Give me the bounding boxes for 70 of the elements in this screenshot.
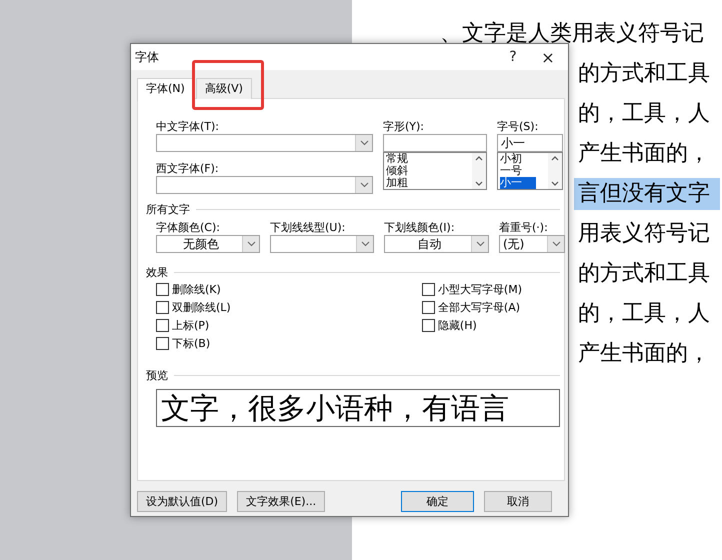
checkbox-label[interactable]: 小型大写字母(M) <box>438 282 522 297</box>
checkbox[interactable] <box>156 337 169 350</box>
size-list[interactable]: 小初 一号 小一 <box>497 152 563 190</box>
field-label: 字形(Y): <box>383 119 426 134</box>
close-button[interactable]: × <box>528 48 568 66</box>
checkbox-label[interactable]: 隐藏(H) <box>438 318 477 333</box>
dialog-button[interactable]: 取消 <box>484 491 552 512</box>
list-option[interactable]: 常规 <box>386 153 408 165</box>
dropdown[interactable]: (无) <box>499 235 565 253</box>
field-label: 西文字体(F): <box>156 161 220 176</box>
checkbox[interactable] <box>422 319 435 332</box>
list-option[interactable]: 倾斜 <box>386 165 408 177</box>
checkbox-label[interactable]: 全部大写字母(A) <box>438 300 520 315</box>
scroll-up-icon[interactable] <box>475 156 483 161</box>
field-label: 下划线线型(U): <box>270 220 346 235</box>
dialog-button[interactable]: 确定 <box>401 491 474 512</box>
font-combobox[interactable] <box>156 176 373 194</box>
list-option[interactable]: 小初 <box>500 153 522 165</box>
list-option[interactable]: 一号 <box>500 165 522 177</box>
document-text: 的方式和工具 <box>578 60 710 88</box>
field-label: 字体颜色(C): <box>156 220 221 235</box>
document-text: 产生书面的， <box>578 140 710 168</box>
chevron-down-icon <box>476 241 484 247</box>
dropdown[interactable] <box>270 235 374 253</box>
field-label: 字号(S): <box>497 119 540 134</box>
dropdown[interactable]: 自动 <box>384 235 489 253</box>
checkbox[interactable] <box>422 301 435 314</box>
checkbox-label[interactable]: 下标(B) <box>172 336 210 351</box>
document-text: 产生书面的， <box>578 340 710 368</box>
checkbox-label[interactable]: 删除线(K) <box>172 282 221 297</box>
chevron-down-icon <box>360 241 370 247</box>
checkbox[interactable] <box>156 301 169 314</box>
scroll-down-icon[interactable] <box>475 181 483 186</box>
chevron-down-icon <box>360 182 368 188</box>
font-combobox[interactable] <box>156 134 373 152</box>
document-text: 的，工具，人 <box>578 300 710 328</box>
field-label: 下划线颜色(I): <box>384 220 456 235</box>
field-label: 中文字体(T): <box>156 119 220 134</box>
window-title: 字体 <box>135 48 160 66</box>
document-text: 用表义符号记 <box>578 220 710 248</box>
chevron-down-icon <box>246 241 256 247</box>
tab[interactable]: 高级(V) <box>196 78 252 99</box>
list-option[interactable]: 小一 <box>500 177 536 189</box>
dropdown[interactable]: 无颜色 <box>156 235 260 253</box>
checkbox-label[interactable]: 双删除线(L) <box>172 300 231 315</box>
dialog-button[interactable]: 设为默认值(D) <box>137 491 228 512</box>
style-list[interactable]: 常规 倾斜 加粗 <box>383 152 487 190</box>
document-text: 的，工具，人 <box>578 100 710 128</box>
style-field[interactable] <box>383 134 487 152</box>
document-text: 、文字是人类用表义符号记 <box>440 20 704 48</box>
checkbox[interactable] <box>156 283 169 296</box>
dialog-button[interactable]: 文字效果(E)... <box>237 491 326 512</box>
scroll-down-icon[interactable] <box>551 181 559 186</box>
list-option[interactable]: 加粗 <box>386 177 408 189</box>
section-heading: 效果 <box>146 265 168 280</box>
checkbox-label[interactable]: 上标(P) <box>172 318 210 333</box>
tab[interactable]: 字体(N) <box>137 78 194 101</box>
preview-text: 文字，很多小语种，有语言 <box>156 389 560 427</box>
size-field[interactable]: 小一 <box>497 134 563 152</box>
chevron-down-icon <box>552 241 560 247</box>
scroll-up-icon[interactable] <box>551 156 559 161</box>
checkbox[interactable] <box>422 283 435 296</box>
chevron-down-icon <box>360 140 368 146</box>
checkbox[interactable] <box>156 319 169 332</box>
section-heading: 预览 <box>146 368 168 383</box>
document-text: 言但没有文字 <box>574 178 720 210</box>
field-label: 着重号(·): <box>499 220 549 235</box>
help-button[interactable]: ? <box>498 49 528 65</box>
document-text: 的方式和工具 <box>578 260 710 288</box>
section-heading: 所有文字 <box>146 202 190 217</box>
